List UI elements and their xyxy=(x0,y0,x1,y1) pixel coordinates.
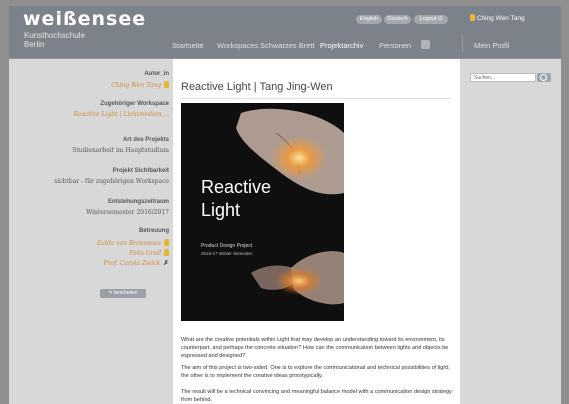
logout-button[interactable]: Logout ⏻ xyxy=(414,15,448,24)
poster-semester: 2016-17 Winter Semester xyxy=(201,251,253,256)
current-user[interactable]: Ching Wen Tang xyxy=(467,14,525,22)
edit-label: bearbeiten xyxy=(113,290,138,296)
author-name: Ching Wen Tang xyxy=(111,82,161,89)
title-divider xyxy=(181,98,451,99)
search-button[interactable] xyxy=(537,73,551,82)
search-input[interactable]: Suchen... xyxy=(470,73,536,82)
visibility-value: sichtbar - für zugehörigen Workspace xyxy=(54,178,169,185)
project-poster-image[interactable]: Reactive Light Product Design Project 20… xyxy=(181,103,344,321)
nav-projektarchiv[interactable]: Projektarchiv xyxy=(320,41,363,50)
workspace-link[interactable]: Reactive Light | Lichtmedien ... xyxy=(73,111,169,118)
right-sidebar xyxy=(460,59,561,404)
supervisor-name: Felix Groll xyxy=(129,250,161,257)
logo-subtitle: Kunsthochschule xyxy=(24,31,85,40)
logout-icon: ⏻ xyxy=(438,16,443,22)
nav-workspaces[interactable]: Workspaces xyxy=(217,41,258,50)
supervisor-link[interactable]: Prof. Carola Zwick ✗ xyxy=(104,259,170,267)
user-icon xyxy=(164,239,169,246)
period-value: Wintersemester 2016/2017 xyxy=(86,209,169,216)
left-sidebar: Autor_in Ching Wen Tang Zugehöriger Work… xyxy=(9,59,173,404)
logout-label: Logout xyxy=(419,16,437,22)
lang-deutsch-button[interactable]: Deutsch xyxy=(384,15,411,24)
site-logo[interactable]: weißensee xyxy=(23,8,146,30)
help-icon[interactable] xyxy=(421,40,430,49)
lang-english-button[interactable]: English xyxy=(356,15,382,24)
author-link[interactable]: Ching Wen Tang xyxy=(111,81,169,89)
poster-subtitle: Product Design Project xyxy=(201,243,253,249)
project-type-label: Art des Projekts xyxy=(122,137,169,143)
user-icon xyxy=(470,14,475,21)
supervisor-name: Zulda von Bronomsis xyxy=(96,240,161,247)
nav-divider xyxy=(462,34,463,52)
edit-button[interactable]: ✎ bearbeiten xyxy=(100,289,146,298)
search-icon xyxy=(540,74,547,81)
description-paragraph: The aim of this project is two-sided. On… xyxy=(181,365,450,379)
current-user-name: Ching Wen Tang xyxy=(476,15,525,22)
period-label: Entstehungszeitraum xyxy=(107,199,169,205)
workspace-label: Zugehöriger Workspace xyxy=(100,101,169,107)
nav-schwarzes-brett[interactable]: Schwarzes Brett xyxy=(260,41,315,50)
supervisor-link[interactable]: Felix Groll xyxy=(129,249,169,257)
poster-title-line1: Reactive xyxy=(201,177,272,197)
poster-title-line2: Light xyxy=(201,200,241,220)
visibility-label: Projekt Sichtbarkeit xyxy=(112,168,169,174)
description-paragraph: What are the creative potentials within … xyxy=(181,337,449,359)
user-icon xyxy=(164,249,169,256)
user-icon xyxy=(164,81,169,88)
admin-icon: ✗ xyxy=(163,259,169,267)
nav-mein-profil[interactable]: Mein Profil xyxy=(474,41,509,50)
author-label: Autor_in xyxy=(144,71,169,77)
nav-personen[interactable]: Personen xyxy=(379,41,411,50)
supervisor-link[interactable]: Zulda von Bronomsis xyxy=(97,239,169,247)
project-type-value: Studienarbeit im Hauptstudium xyxy=(72,147,169,154)
pencil-icon: ✎ xyxy=(108,290,113,296)
logo-city: Berlin xyxy=(24,40,45,49)
supervisor-name: Prof. Carola Zwick xyxy=(103,260,161,267)
nav-startseite[interactable]: Startseite xyxy=(172,41,204,50)
description-paragraph: The result will be a technical convincin… xyxy=(181,389,452,403)
project-title: Reactive Light | Tang Jing-Wen xyxy=(181,81,333,93)
supervision-label: Betreuung xyxy=(139,228,169,234)
